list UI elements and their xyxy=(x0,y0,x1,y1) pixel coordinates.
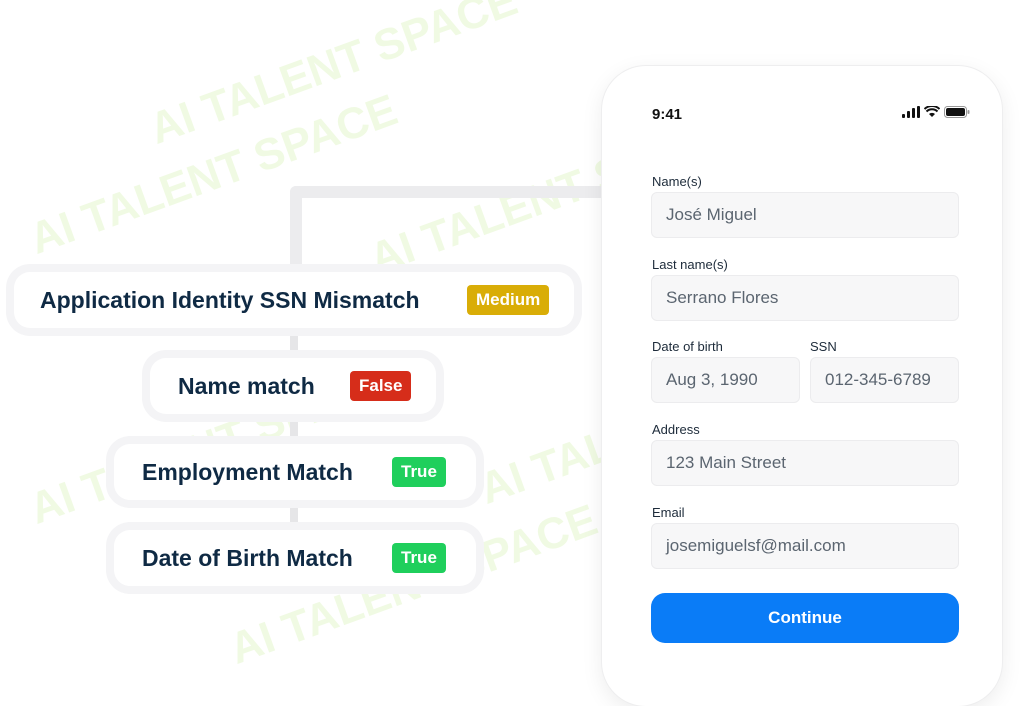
alert-card: Application Identity SSN Mismatch Medium xyxy=(14,272,574,328)
connector-segment xyxy=(290,504,298,526)
result-badge: False xyxy=(350,371,412,401)
check-card-name-match: Name match False xyxy=(150,358,436,414)
check-card-dob-match: Date of Birth Match True xyxy=(114,530,476,586)
names-label: Name(s) xyxy=(652,174,702,189)
status-icons xyxy=(902,106,970,118)
last-names-label: Last name(s) xyxy=(652,257,728,272)
names-field[interactable]: José Miguel xyxy=(651,192,959,238)
result-badge: True xyxy=(392,457,446,487)
status-time: 9:41 xyxy=(652,106,683,123)
address-field[interactable]: 123 Main Street xyxy=(651,440,959,486)
dob-field[interactable]: Aug 3, 1990 xyxy=(651,357,800,403)
wifi-icon xyxy=(924,106,940,117)
severity-badge: Medium xyxy=(467,285,550,315)
battery-icon xyxy=(944,106,970,118)
address-label: Address xyxy=(652,422,700,437)
connector-line xyxy=(290,186,620,198)
phone-mockup: 9:41 Name(s) José Miguel Last name(s) Se… xyxy=(602,66,1002,706)
last-names-field[interactable]: Serrano Flores xyxy=(651,275,959,321)
connector-segment xyxy=(290,418,298,440)
signal-icon xyxy=(902,106,920,118)
check-title: Name match xyxy=(178,372,315,399)
check-title: Date of Birth Match xyxy=(142,544,353,571)
connector-line xyxy=(290,186,302,276)
check-title: Employment Match xyxy=(142,458,353,485)
dob-label: Date of birth xyxy=(652,339,723,354)
result-badge: True xyxy=(392,543,446,573)
ssn-field[interactable]: 012-345-6789 xyxy=(810,357,959,403)
watermark: AI TALENT SPACE xyxy=(143,0,524,154)
ssn-label: SSN xyxy=(810,339,837,354)
check-card-employment-match: Employment Match True xyxy=(114,444,476,500)
watermark: AI TALENT SPACE xyxy=(23,85,404,264)
email-field[interactable]: josemiguelsf@mail.com xyxy=(651,523,959,569)
continue-button[interactable]: Continue xyxy=(651,593,959,643)
connector-segment xyxy=(290,330,298,354)
alert-title: Application Identity SSN Mismatch xyxy=(40,286,420,313)
email-label: Email xyxy=(652,505,685,520)
